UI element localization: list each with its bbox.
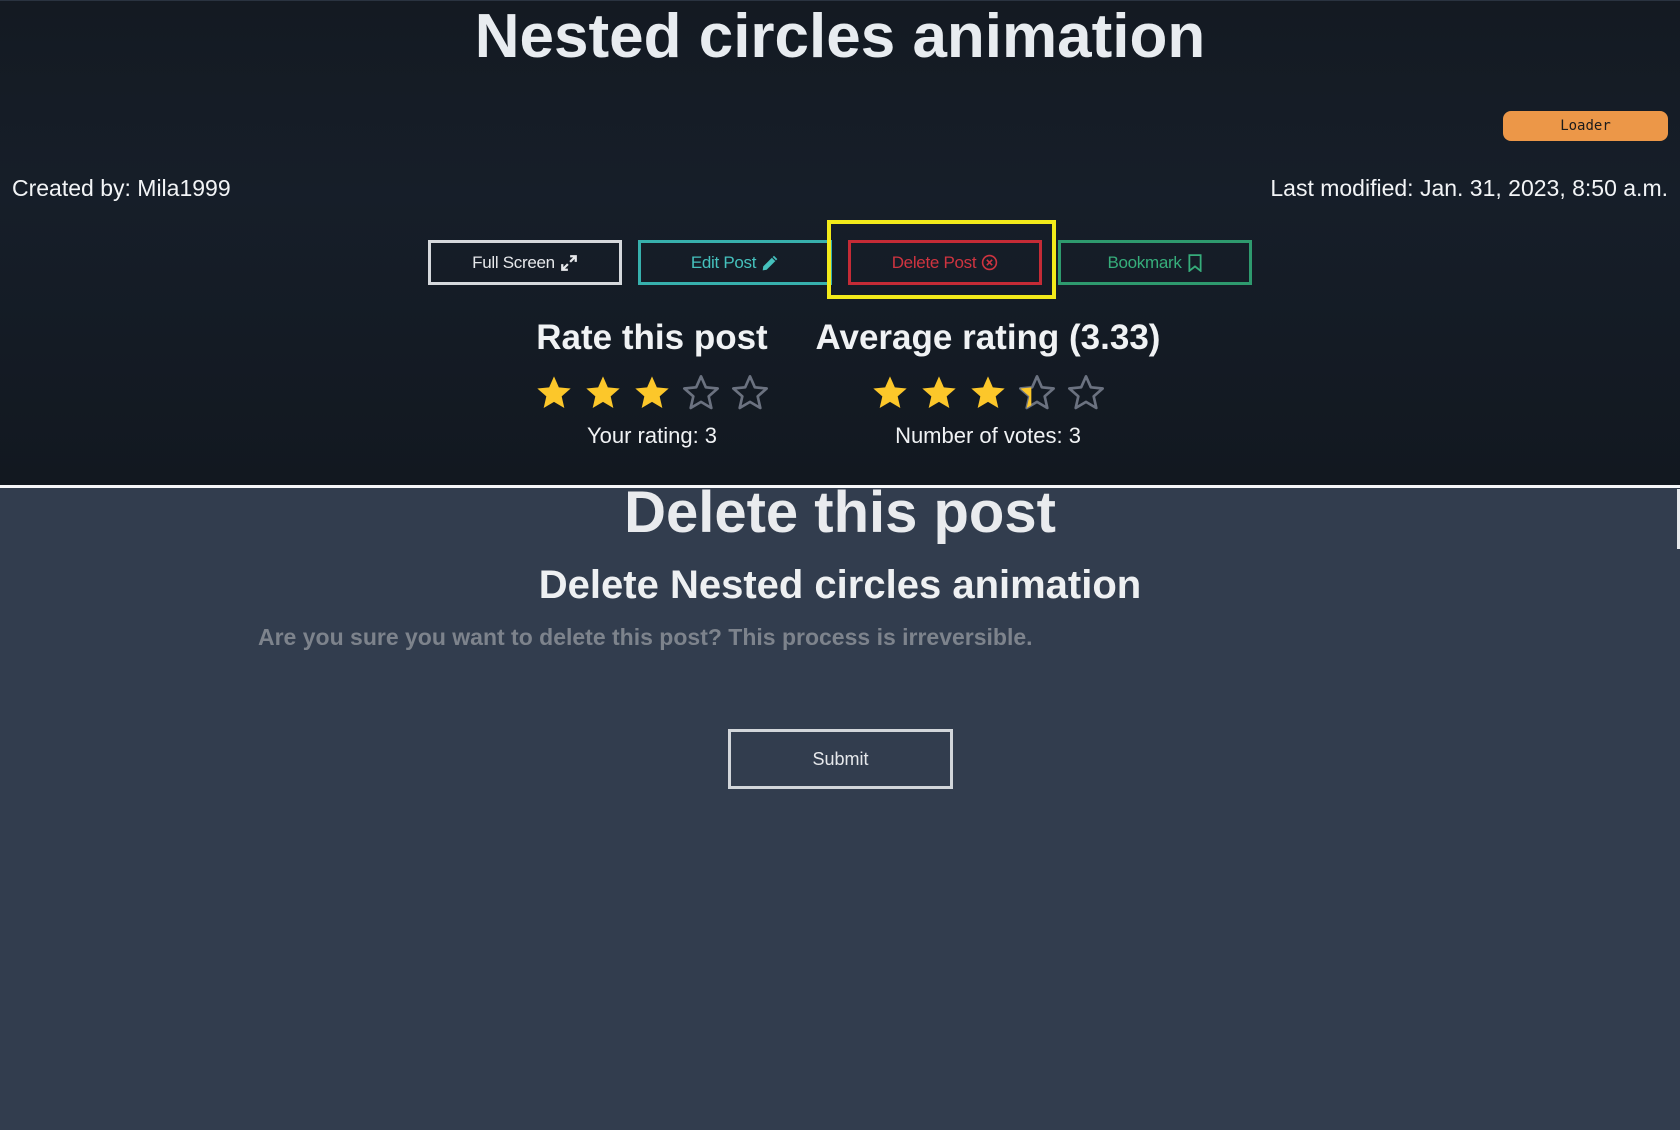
full-screen-label: Full Screen [472, 252, 555, 272]
star-icon [1019, 375, 1055, 410]
bookmark-label: Bookmark [1107, 252, 1182, 272]
created-by: Created by: Mila1999 [12, 175, 231, 201]
delete-confirm-text: Are you sure you want to delete this pos… [258, 624, 1033, 650]
average-rating-stars [808, 373, 1168, 413]
average-rating-block: Average rating (3.33) Number of votes: 3 [808, 313, 1168, 449]
your-rating-label: Your rating: 3 [586, 423, 718, 448]
delete-subheading: Delete Nested circles animation [538, 563, 1142, 607]
delete-heading: Delete this post [624, 480, 1056, 545]
page-title: Nested circles animation [474, 2, 1206, 71]
pencil-icon [762, 255, 778, 270]
star-icon [922, 376, 956, 408]
edit-post-label: Edit Post [690, 252, 757, 272]
star-icon [971, 376, 1005, 408]
delete-post-label: Delete Post [891, 252, 977, 272]
last-modified: Last modified: Jan. 31, 2023, 8:50 a.m. [1270, 175, 1668, 201]
star-icon[interactable] [583, 373, 623, 413]
star-icon[interactable] [681, 373, 721, 413]
circle-x-icon [982, 254, 998, 271]
votes-count-label: Number of votes: 3 [895, 423, 1081, 448]
star-icon[interactable] [632, 373, 672, 413]
rate-post-block: Rate this post Your rating: 3 [520, 313, 784, 449]
edit-post-button[interactable]: Edit Post [638, 240, 832, 285]
delete-post-button[interactable]: Delete Post [848, 240, 1042, 285]
star-icon [1068, 375, 1104, 410]
bookmark-icon [1188, 253, 1202, 272]
star-icon[interactable] [730, 373, 770, 413]
expand-icon [560, 254, 577, 271]
user-rating-stars[interactable] [520, 373, 784, 413]
full-screen-button[interactable]: Full Screen [428, 240, 622, 285]
star-icon[interactable] [534, 373, 574, 413]
rate-post-title: Rate this post [536, 318, 768, 357]
star-icon [873, 376, 907, 408]
average-rating-title: Average rating (3.33) [815, 318, 1161, 357]
submit-button[interactable]: Submit [728, 729, 953, 789]
bookmark-button[interactable]: Bookmark [1058, 240, 1252, 285]
loader-button[interactable]: Loader [1503, 111, 1668, 141]
post-header-section: Nested circles animation Loader Created … [0, 0, 1680, 485]
